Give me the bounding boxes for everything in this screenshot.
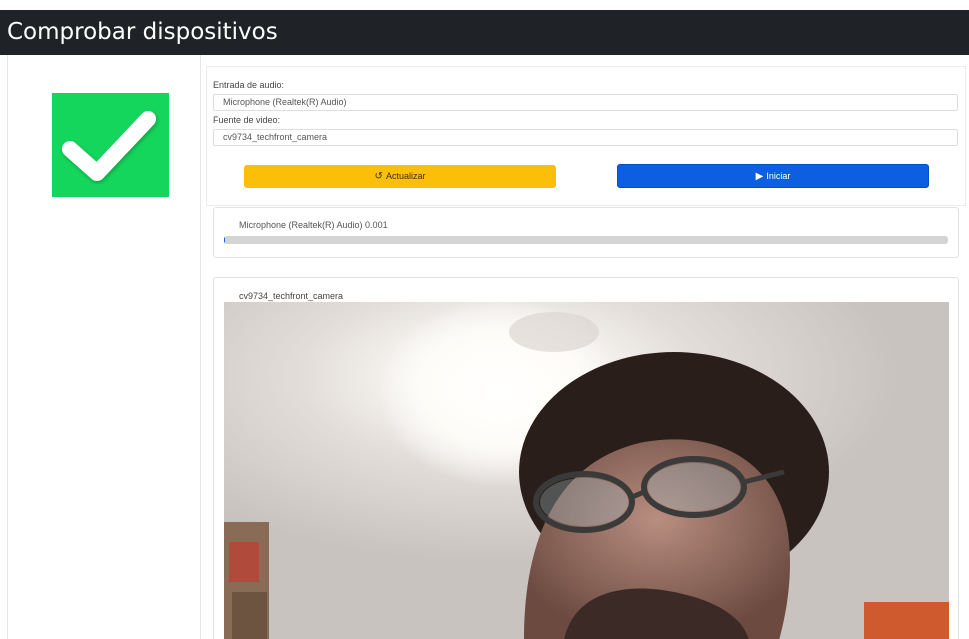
camera-preview bbox=[224, 302, 949, 639]
page-title: Comprobar dispositivos bbox=[7, 19, 278, 45]
history-icon: ↺ bbox=[374, 171, 383, 182]
checkmark-icon bbox=[62, 111, 156, 181]
refresh-button-label: Actualizar bbox=[385, 171, 426, 181]
page-header: Comprobar dispositivos bbox=[0, 10, 969, 55]
camera-feed-image bbox=[224, 302, 949, 639]
start-button[interactable]: ▶ Iniciar bbox=[617, 164, 929, 188]
refresh-button[interactable]: ↺ Actualizar bbox=[244, 165, 556, 188]
audio-input-select[interactable]: Microphone (Realtek(R) Audio) bbox=[213, 94, 958, 111]
audio-input-label: Entrada de audio: bbox=[213, 80, 285, 90]
audio-level-panel: Microphone (Realtek(R) Audio) 0.001 bbox=[213, 207, 959, 258]
audio-level-meter bbox=[224, 236, 948, 244]
status-success-tile bbox=[52, 93, 169, 197]
audio-level-fill bbox=[224, 236, 225, 244]
play-icon: ▶ bbox=[755, 171, 764, 182]
start-button-label: Iniciar bbox=[766, 171, 791, 181]
video-source-select[interactable]: cv9734_techfront_camera bbox=[213, 129, 958, 146]
video-source-label: Fuente de video: bbox=[213, 115, 281, 125]
video-preview-label: cv9734_techfront_camera bbox=[239, 291, 344, 301]
device-check-page: Comprobar dispositivos Entrada de audio:… bbox=[0, 0, 969, 639]
video-preview-panel: cv9734_techfront_camera bbox=[213, 277, 959, 639]
audio-level-text: Microphone (Realtek(R) Audio) 0.001 bbox=[239, 220, 388, 230]
